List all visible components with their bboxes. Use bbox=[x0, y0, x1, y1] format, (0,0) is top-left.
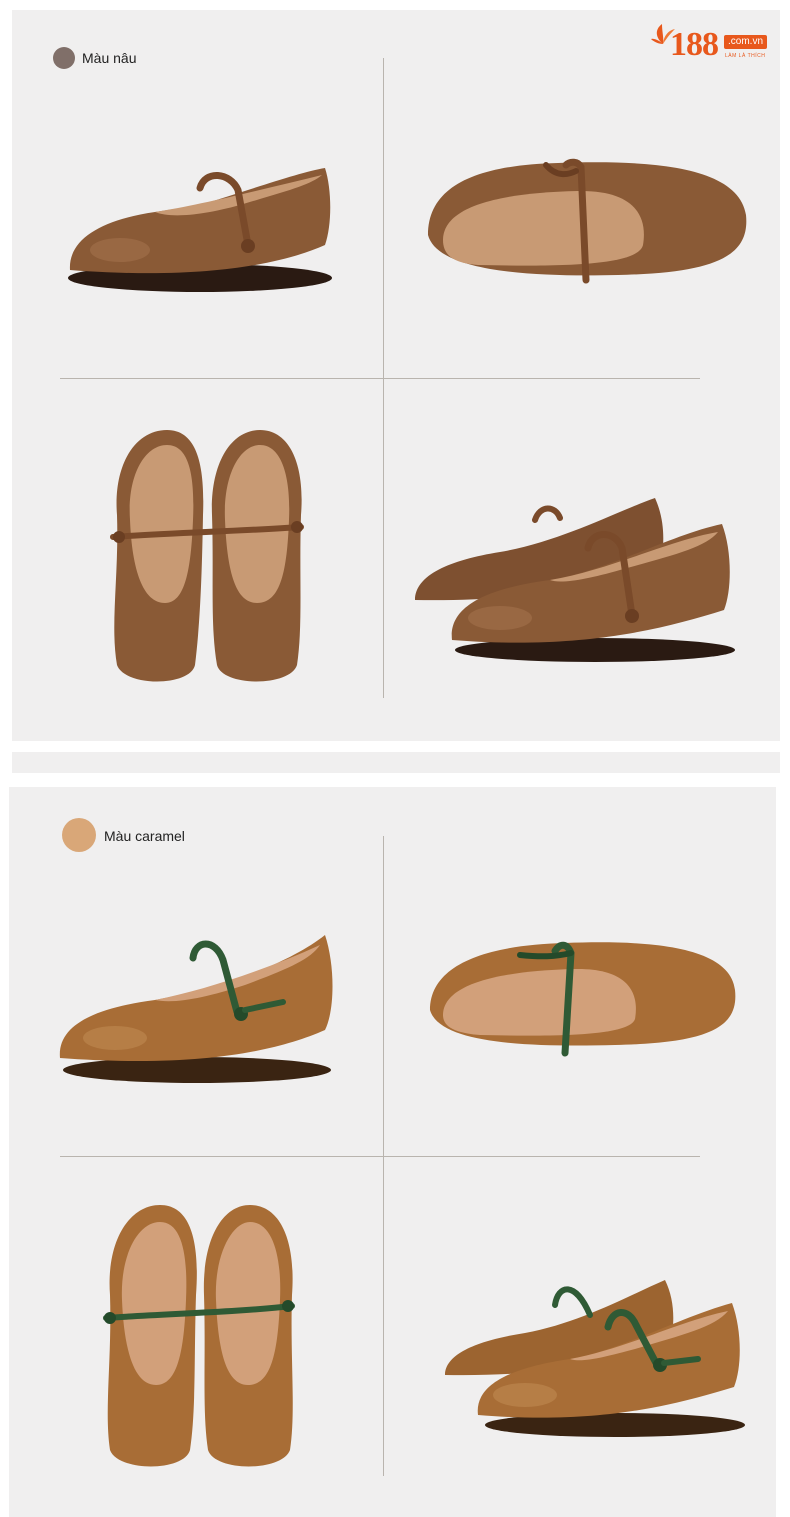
color-swatch-caramel bbox=[62, 818, 96, 852]
logo-number: 188 bbox=[670, 26, 719, 63]
section-separator-strip bbox=[12, 752, 780, 773]
brown-shoe-side-view bbox=[60, 150, 340, 310]
caramel-shoe-pair-top-view bbox=[100, 1200, 300, 1475]
logo-domain: .com.vn bbox=[724, 35, 768, 49]
brown-shoe-pair-top-view bbox=[105, 425, 310, 690]
caramel-shoe-side-view bbox=[55, 930, 340, 1095]
grid-divider-horizontal bbox=[60, 378, 700, 379]
grid-divider-horizontal bbox=[60, 1156, 700, 1157]
brown-shoe-top-angled-view bbox=[418, 155, 753, 290]
color-label-caramel: Màu caramel bbox=[104, 828, 185, 844]
color-label-brown: Màu nâu bbox=[82, 50, 137, 66]
logo-slogan: LÀM LÀ THÍCH bbox=[725, 53, 766, 59]
caramel-shoe-pair-side-view bbox=[440, 1275, 745, 1445]
color-swatch-brown bbox=[53, 47, 75, 69]
brand-logo[interactable]: 188 .com.vn LÀM LÀ THÍCH bbox=[650, 20, 775, 72]
brown-shoe-pair-side-view bbox=[410, 490, 735, 670]
caramel-shoe-top-angled-view bbox=[425, 935, 740, 1060]
